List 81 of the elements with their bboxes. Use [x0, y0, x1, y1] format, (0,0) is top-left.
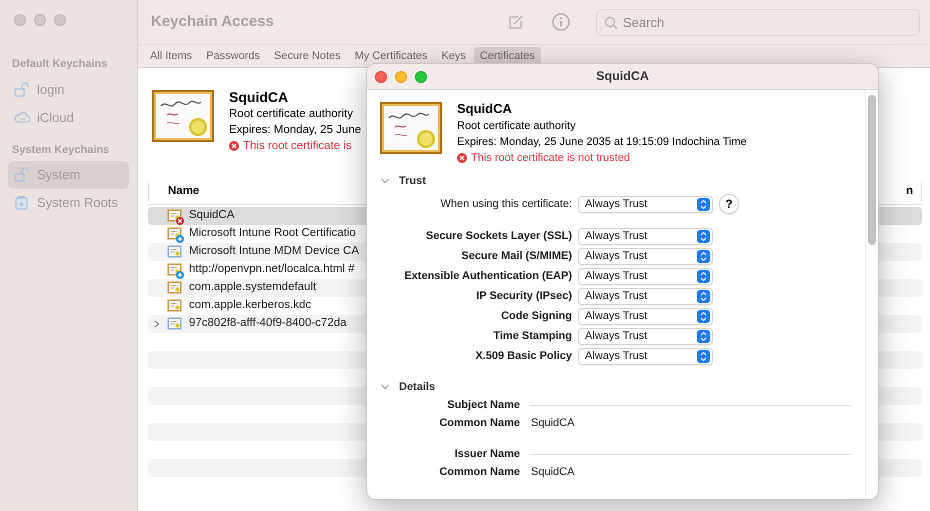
chevron-down-icon[interactable]: [381, 384, 389, 390]
trust-dropdown[interactable]: Always Trust: [578, 248, 713, 264]
safe-icon: [14, 195, 30, 211]
info-icon[interactable]: [552, 13, 570, 31]
section-title: Trust: [399, 174, 426, 189]
certificate-name: 97c802f8-afff-40f9-8400-c72da: [189, 316, 347, 332]
cloud-icon: [14, 110, 30, 126]
stepper-icon: [697, 270, 710, 282]
certificate-name: SquidCA: [457, 101, 513, 117]
search-icon: [604, 16, 618, 30]
stepper-icon: [697, 310, 710, 322]
disclosure-chevron-icon[interactable]: [154, 320, 160, 328]
policy-label: IP Security (IPsec): [475, 288, 573, 304]
section-heading: System Keychains: [11, 142, 110, 158]
error-icon: [457, 153, 467, 163]
expiry-date: Expires: Monday, 25 June 2035 at 19:15:09 Indochina Time: [457, 135, 747, 150]
certificate-name: http://openvpn.net/localca.html #: [189, 262, 355, 278]
error-icon: [229, 141, 239, 151]
trust-dropdown[interactable]: Always Trust: [578, 228, 713, 244]
close-button[interactable]: [14, 14, 26, 26]
column-header[interactable]: n: [906, 182, 913, 200]
scrollbar-thumb[interactable]: [868, 95, 876, 245]
field-label: Common Name: [438, 416, 520, 432]
tab[interactable]: My Certificates: [348, 47, 434, 65]
tab[interactable]: Keys: [435, 47, 472, 65]
minimize-button[interactable]: [34, 14, 46, 26]
close-button[interactable]: [375, 70, 387, 82]
trust-dropdown[interactable]: Always Trust: [578, 196, 713, 212]
padlock-icon: [14, 82, 30, 98]
trust-dropdown[interactable]: Always Trust: [578, 328, 713, 344]
certificate-name: com.apple.kerberos.kdc: [189, 298, 312, 314]
help-button[interactable]: ?: [719, 194, 739, 214]
policy-label: Time Stamping: [492, 328, 573, 344]
group-heading: Subject Name: [446, 398, 520, 414]
policy-label: Secure Mail (S/MIME): [460, 248, 573, 264]
certificate-name: Microsoft Intune Root Certificatio: [189, 226, 356, 242]
certificate-name: com.apple.systemdefault: [189, 280, 316, 296]
stepper-icon: [697, 290, 710, 302]
stepper-icon: [697, 230, 710, 242]
zoom-button[interactable]: [54, 14, 66, 26]
section-title: Details: [399, 380, 436, 395]
stepper-icon: [697, 198, 710, 210]
certificate-name: Microsoft Intune MDM Device CA: [189, 244, 359, 260]
certificate-type: Root certificate authority: [229, 107, 354, 122]
stepper-icon: [697, 350, 710, 362]
field-label: Common Name: [438, 465, 520, 480]
policy-label: Extensible Authentication (EAP): [403, 268, 573, 284]
certificate-icon: [379, 101, 443, 155]
group-heading: Issuer Name: [454, 447, 520, 462]
trust-dropdown[interactable]: Always Trust: [578, 348, 713, 364]
zoom-button[interactable]: [415, 70, 427, 82]
stepper-icon: [697, 330, 710, 342]
dialog-title: SquidCA: [596, 68, 649, 86]
field-value: SquidCA: [531, 465, 574, 480]
certificate-name: SquidCA: [189, 208, 234, 224]
column-header[interactable]: Name: [168, 182, 200, 200]
tab[interactable]: Secure Notes: [268, 47, 347, 65]
trust-dropdown[interactable]: Always Trust: [578, 308, 713, 324]
window-title: Keychain Access: [151, 12, 274, 32]
field-value: SquidCA: [531, 416, 574, 432]
minimize-button[interactable]: [395, 70, 407, 82]
tab[interactable]: Passwords: [200, 47, 266, 65]
chevron-down-icon[interactable]: [381, 178, 389, 184]
padlock-icon: [14, 167, 30, 183]
search-field[interactable]: Search: [596, 8, 920, 36]
compose-icon[interactable]: [508, 14, 524, 30]
expiry-date: Expires: Monday, 25 June: [229, 123, 362, 138]
stepper-icon: [697, 250, 710, 262]
trust-warning: This root certificate is: [243, 139, 352, 154]
certificate-type: Root certificate authority: [457, 119, 577, 134]
trust-dropdown[interactable]: Always Trust: [578, 288, 713, 304]
certificate-name: SquidCA: [229, 89, 290, 105]
field-label: When using this certificate:: [440, 196, 573, 212]
policy-label: X.509 Basic Policy: [474, 348, 573, 364]
policy-label: Secure Sockets Layer (SSL): [424, 228, 573, 244]
trust-dropdown[interactable]: Always Trust: [578, 268, 713, 284]
tab[interactable]: All Items: [144, 47, 198, 65]
policy-label: Code Signing: [500, 308, 573, 324]
section-heading: Default Keychains: [11, 57, 108, 72]
trust-warning: This root certificate is not trusted: [471, 151, 630, 166]
certificate-icon: [151, 89, 215, 143]
